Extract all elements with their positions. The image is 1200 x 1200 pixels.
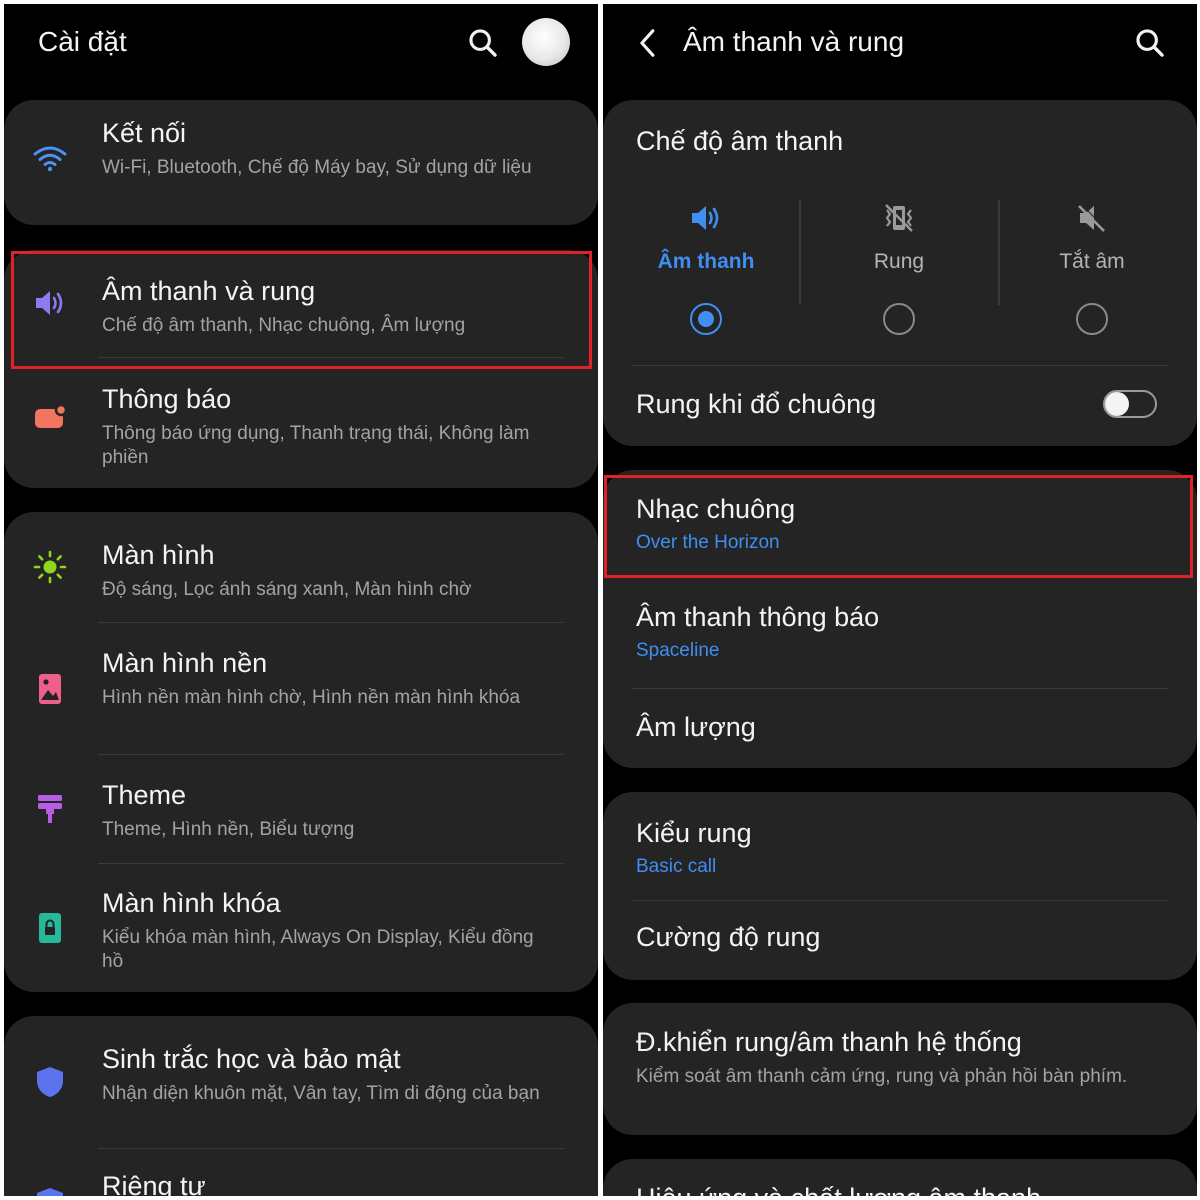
mode-label: Tắt âm: [1059, 250, 1125, 273]
lock-icon: [32, 910, 68, 946]
item-title: Hiệu ứng và chất lượng âm thanh: [636, 1183, 1041, 1196]
item-title: Màn hình: [102, 540, 215, 570]
volume-icon: [688, 200, 724, 236]
item-title: Thông báo: [102, 384, 232, 414]
item-value: Spaceline: [636, 640, 720, 661]
vibrate-while-ringing-label: Rung khi đổ chuông: [636, 389, 877, 419]
list-item-volume[interactable]: Âm lượng: [603, 689, 1197, 768]
avatar[interactable]: [522, 18, 570, 66]
vibrate-while-ringing-toggle[interactable]: [1103, 390, 1157, 418]
list-item-ringtone[interactable]: Nhạc chuông Over the Horizon: [603, 470, 1197, 578]
card-system-control: Đ.khiển rung/âm thanh hệ thống Kiểm soát…: [603, 1003, 1197, 1135]
wallpaper-icon: [32, 671, 68, 707]
list-item-sound-vibration[interactable]: Âm thanh và rung Chế độ âm thanh, Nhạc c…: [4, 250, 598, 358]
wifi-icon: [32, 140, 68, 176]
item-title: Màn hình nền: [102, 648, 268, 678]
brightness-icon: [32, 549, 68, 585]
mute-icon: [1074, 200, 1110, 236]
back-chevron-icon[interactable]: [633, 26, 663, 60]
list-item-system-control[interactable]: Đ.khiển rung/âm thanh hệ thống Kiểm soát…: [603, 1003, 1197, 1135]
item-subtitle: Hình nền màn hình chờ, Hình nền màn hình…: [102, 687, 521, 708]
list-item-vibration-pattern[interactable]: Kiểu rung Basic call: [603, 792, 1197, 900]
item-title: Theme: [102, 780, 187, 810]
list-item-connections[interactable]: Kết nối Wi-Fi, Bluetooth, Chế độ Máy bay…: [4, 100, 598, 225]
item-title: Nhạc chuông: [636, 494, 796, 524]
item-subtitle: Wi-Fi, Bluetooth, Chế độ Máy bay, Sử dụn…: [102, 157, 532, 178]
toggle-knob: [1105, 392, 1129, 416]
card-connections: Kết nối Wi-Fi, Bluetooth, Chế độ Máy bay…: [4, 100, 598, 225]
radio-button[interactable]: [883, 303, 915, 335]
item-subtitle: Thông báo ứng dụng, Thanh trạng thái, Kh…: [102, 423, 530, 468]
item-title: Sinh trắc học và bảo mật: [102, 1044, 401, 1074]
list-item-notifications[interactable]: Thông báo Thông báo ứng dụng, Thanh trạn…: [4, 358, 598, 488]
radio-button[interactable]: [1076, 303, 1108, 335]
vibrate-icon: [881, 200, 917, 236]
item-title: Đ.khiển rung/âm thanh hệ thống: [636, 1027, 1022, 1057]
list-item-theme[interactable]: Theme Theme, Hình nền, Biểu tượng: [4, 755, 598, 863]
card-effects: Hiệu ứng và chất lượng âm thanh: [603, 1159, 1197, 1196]
vibrate-while-ringing-row[interactable]: Rung khi đổ chuông: [603, 366, 1197, 446]
item-value: Over the Horizon: [636, 532, 780, 553]
search-icon[interactable]: [1133, 26, 1167, 60]
item-subtitle: Theme, Hình nền, Biểu tượng: [102, 819, 355, 840]
volume-icon: [32, 285, 68, 321]
divider: [799, 200, 801, 305]
item-subtitle: Độ sáng, Lọc ánh sáng xanh, Màn hình chờ: [102, 579, 472, 600]
list-item-biometrics-security[interactable]: Sinh trắc học và bảo mật Nhận diện khuôn…: [4, 1016, 598, 1148]
theme-brush-icon: [32, 791, 68, 827]
item-subtitle: Chế độ âm thanh, Nhạc chuông, Âm lượng: [102, 315, 466, 336]
item-subtitle: Kiểu khóa màn hình, Always On Display, K…: [102, 927, 534, 972]
privacy-shield-icon: [32, 1185, 68, 1196]
card-sound-mode: Chế độ âm thanh Âm thanh Rung Tắt âm Run…: [603, 100, 1197, 446]
card-display: Màn hình Độ sáng, Lọc ánh sáng xanh, Màn…: [4, 512, 598, 992]
item-title: Âm lượng: [636, 712, 756, 742]
item-title: Âm thanh thông báo: [636, 602, 880, 632]
mode-label: Âm thanh: [657, 250, 755, 273]
list-item-privacy[interactable]: Riêng tư: [4, 1149, 598, 1196]
sound-vibration-screen: Âm thanh và rung Chế độ âm thanh Âm than…: [603, 4, 1197, 1196]
card-ringtone: Nhạc chuông Over the Horizon Âm thanh th…: [603, 470, 1197, 768]
list-item-display[interactable]: Màn hình Độ sáng, Lọc ánh sáng xanh, Màn…: [4, 512, 598, 622]
sound-mode-option-mute[interactable]: Tắt âm: [997, 200, 1187, 345]
shield-icon: [32, 1064, 68, 1100]
page-title: Âm thanh và rung: [683, 26, 905, 57]
card-vibration: Kiểu rung Basic call Cường độ rung: [603, 792, 1197, 980]
item-title: Kết nối: [102, 118, 187, 148]
sound-mode-option-vibrate[interactable]: Rung: [804, 200, 994, 345]
radio-button[interactable]: [690, 303, 722, 335]
search-icon[interactable]: [466, 26, 500, 60]
list-item-lock-screen[interactable]: Màn hình khóa Kiểu khóa màn hình, Always…: [4, 864, 598, 992]
item-title: Màn hình khóa: [102, 888, 281, 918]
list-item-vibration-intensity[interactable]: Cường độ rung: [603, 901, 1197, 980]
page-title: Cài đặt: [38, 26, 127, 57]
settings-header: Cài đặt: [4, 4, 598, 94]
list-item-notification-sound[interactable]: Âm thanh thông báo Spaceline: [603, 578, 1197, 688]
item-subtitle: Nhận diện khuôn mặt, Vân tay, Tìm di độn…: [102, 1083, 540, 1104]
item-title: Cường độ rung: [636, 922, 821, 952]
sound-vibration-header: Âm thanh và rung: [603, 4, 1197, 94]
item-value: Basic call: [636, 856, 717, 877]
item-title: Kiểu rung: [636, 818, 752, 848]
item-title: Riêng tư: [102, 1171, 206, 1196]
card-sound-notifications: Âm thanh và rung Chế độ âm thanh, Nhạc c…: [4, 250, 598, 488]
sound-mode-title: Chế độ âm thanh: [636, 126, 844, 156]
card-security: Sinh trắc học và bảo mật Nhận diện khuôn…: [4, 1016, 598, 1196]
sound-mode-option-sound[interactable]: Âm thanh: [611, 200, 801, 345]
list-item-effects-quality[interactable]: Hiệu ứng và chất lượng âm thanh: [603, 1159, 1197, 1196]
list-item-wallpaper[interactable]: Màn hình nền Hình nền màn hình chờ, Hình…: [4, 623, 598, 754]
settings-screen: Cài đặt Kết nối Wi-Fi, Bluetooth, Chế độ…: [4, 4, 598, 1196]
item-subtitle: Kiểm soát âm thanh cảm ứng, rung và phản…: [636, 1066, 1128, 1087]
notification-icon: [32, 400, 68, 436]
mode-label: Rung: [873, 250, 925, 273]
item-title: Âm thanh và rung: [102, 276, 316, 306]
